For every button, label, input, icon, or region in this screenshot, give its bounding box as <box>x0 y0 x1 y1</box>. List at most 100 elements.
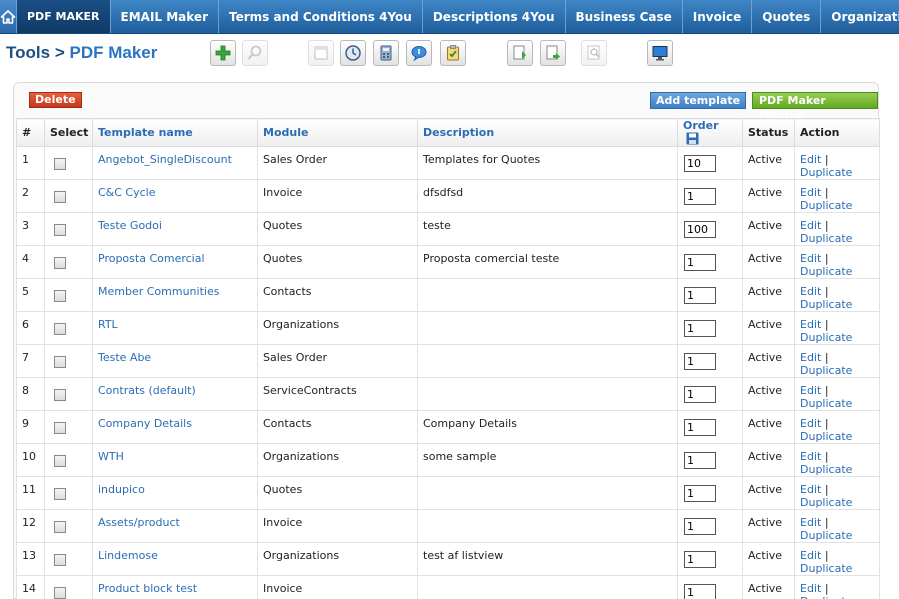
template-name-link[interactable]: Proposta Comercial <box>98 252 205 265</box>
chat-button[interactable] <box>406 40 432 66</box>
template-name-link[interactable]: Product block test <box>98 582 197 595</box>
order-input[interactable] <box>684 452 716 469</box>
order-input[interactable] <box>684 221 716 238</box>
template-name-link[interactable]: Teste Godoi <box>98 219 162 232</box>
edit-link[interactable]: Edit <box>800 285 821 298</box>
export-button[interactable] <box>540 40 566 66</box>
edit-link[interactable]: Edit <box>800 219 821 232</box>
template-name-link[interactable]: C&C Cycle <box>98 186 156 199</box>
duplicate-link[interactable]: Duplicate <box>800 265 852 278</box>
calendar-button[interactable] <box>308 40 334 66</box>
edit-link[interactable]: Edit <box>800 153 821 166</box>
pdf-maker-manual-button[interactable]: PDF Maker Manual <box>752 92 878 122</box>
duplicate-link[interactable]: Duplicate <box>800 430 852 443</box>
order-input[interactable] <box>684 188 716 205</box>
template-name-link[interactable]: Lindemose <box>98 549 158 562</box>
order-input[interactable] <box>684 353 716 370</box>
order-input[interactable] <box>684 419 716 436</box>
edit-link[interactable]: Edit <box>800 186 821 199</box>
breadcrumb-tools[interactable]: Tools <box>6 43 50 62</box>
edit-link[interactable]: Edit <box>800 384 821 397</box>
duplicate-link[interactable]: Duplicate <box>800 595 852 599</box>
nav-tab-descriptions-4you[interactable]: Descriptions 4You <box>423 0 566 33</box>
template-name-link[interactable]: RTL <box>98 318 118 331</box>
edit-link[interactable]: Edit <box>800 483 821 496</box>
template-name-link[interactable]: Member Communities <box>98 285 219 298</box>
search-button[interactable] <box>242 40 268 66</box>
duplicate-link[interactable]: Duplicate <box>800 496 852 509</box>
duplicate-link[interactable]: Duplicate <box>800 232 852 245</box>
row-select-checkbox[interactable] <box>54 290 66 302</box>
duplicate-link[interactable]: Duplicate <box>800 463 852 476</box>
duplicate-link[interactable]: Duplicate <box>800 298 852 311</box>
col-description-header[interactable]: Description <box>417 118 678 147</box>
nav-tab-pdf-maker[interactable]: PDF MAKER <box>17 0 111 33</box>
edit-link[interactable]: Edit <box>800 318 821 331</box>
order-input[interactable] <box>684 155 716 172</box>
clock-button[interactable] <box>340 40 366 66</box>
duplicate-link[interactable]: Duplicate <box>800 331 852 344</box>
delete-button[interactable]: Delete <box>29 92 82 108</box>
row-select-checkbox[interactable] <box>54 521 66 533</box>
edit-link[interactable]: Edit <box>800 417 821 430</box>
edit-link[interactable]: Edit <box>800 450 821 463</box>
row-select-checkbox[interactable] <box>54 455 66 467</box>
calculator-button[interactable] <box>373 40 399 66</box>
nav-tab-email-maker[interactable]: EMAIL Maker <box>111 0 219 33</box>
row-select-checkbox[interactable] <box>54 224 66 236</box>
row-select-checkbox[interactable] <box>54 356 66 368</box>
template-name-link[interactable]: Teste Abe <box>98 351 151 364</box>
save-order-icon[interactable] <box>686 132 699 145</box>
edit-link[interactable]: Edit <box>800 252 821 265</box>
col-order-header[interactable]: Order <box>677 118 743 147</box>
col-module-header[interactable]: Module <box>257 118 418 147</box>
duplicate-link[interactable]: Duplicate <box>800 529 852 542</box>
duplicate-link[interactable]: Duplicate <box>800 364 852 377</box>
row-select-checkbox[interactable] <box>54 257 66 269</box>
add-button[interactable] <box>210 40 236 66</box>
home-tab[interactable] <box>0 0 17 33</box>
row-select-checkbox[interactable] <box>54 554 66 566</box>
clipboard-button[interactable] <box>440 40 466 66</box>
duplicate-link[interactable]: Duplicate <box>800 397 852 410</box>
monitor-button[interactable] <box>647 40 673 66</box>
edit-link[interactable]: Edit <box>800 549 821 562</box>
order-input[interactable] <box>684 584 716 599</box>
template-name-link[interactable]: Assets/product <box>98 516 180 529</box>
row-select-checkbox[interactable] <box>54 323 66 335</box>
template-name-link[interactable]: indupico <box>98 483 145 496</box>
template-name-link[interactable]: Company Details <box>98 417 192 430</box>
row-select-checkbox[interactable] <box>54 587 66 599</box>
duplicate-link[interactable]: Duplicate <box>800 166 852 179</box>
col-template-name-header[interactable]: Template name <box>92 118 258 147</box>
order-input[interactable] <box>684 485 716 502</box>
row-select-checkbox[interactable] <box>54 422 66 434</box>
nav-tab-business-case[interactable]: Business Case <box>566 0 683 33</box>
order-input[interactable] <box>684 287 716 304</box>
row-select-checkbox[interactable] <box>54 488 66 500</box>
template-name-link[interactable]: WTH <box>98 450 124 463</box>
nav-tab-invoice[interactable]: Invoice <box>683 0 753 33</box>
order-input[interactable] <box>684 551 716 568</box>
find-duplicates-button[interactable] <box>581 40 607 66</box>
row-number: 2 <box>16 179 45 213</box>
row-select-checkbox[interactable] <box>54 158 66 170</box>
order-input[interactable] <box>684 518 716 535</box>
import-button[interactable] <box>507 40 533 66</box>
order-input[interactable] <box>684 386 716 403</box>
duplicate-link[interactable]: Duplicate <box>800 199 852 212</box>
template-name-link[interactable]: Contrats (default) <box>98 384 196 397</box>
nav-tab-quotes[interactable]: Quotes <box>752 0 822 33</box>
edit-link[interactable]: Edit <box>800 516 821 529</box>
order-input[interactable] <box>684 320 716 337</box>
nav-tab-terms-and-conditions-4you[interactable]: Terms and Conditions 4You <box>219 0 423 33</box>
duplicate-link[interactable]: Duplicate <box>800 562 852 575</box>
row-select-checkbox[interactable] <box>54 389 66 401</box>
order-input[interactable] <box>684 254 716 271</box>
edit-link[interactable]: Edit <box>800 351 821 364</box>
row-select-checkbox[interactable] <box>54 191 66 203</box>
template-name-link[interactable]: Angebot_SingleDiscount <box>98 153 232 166</box>
edit-link[interactable]: Edit <box>800 582 821 595</box>
add-template-button[interactable]: Add template <box>650 92 747 109</box>
nav-tab-organizations[interactable]: Organizations <box>821 0 899 33</box>
